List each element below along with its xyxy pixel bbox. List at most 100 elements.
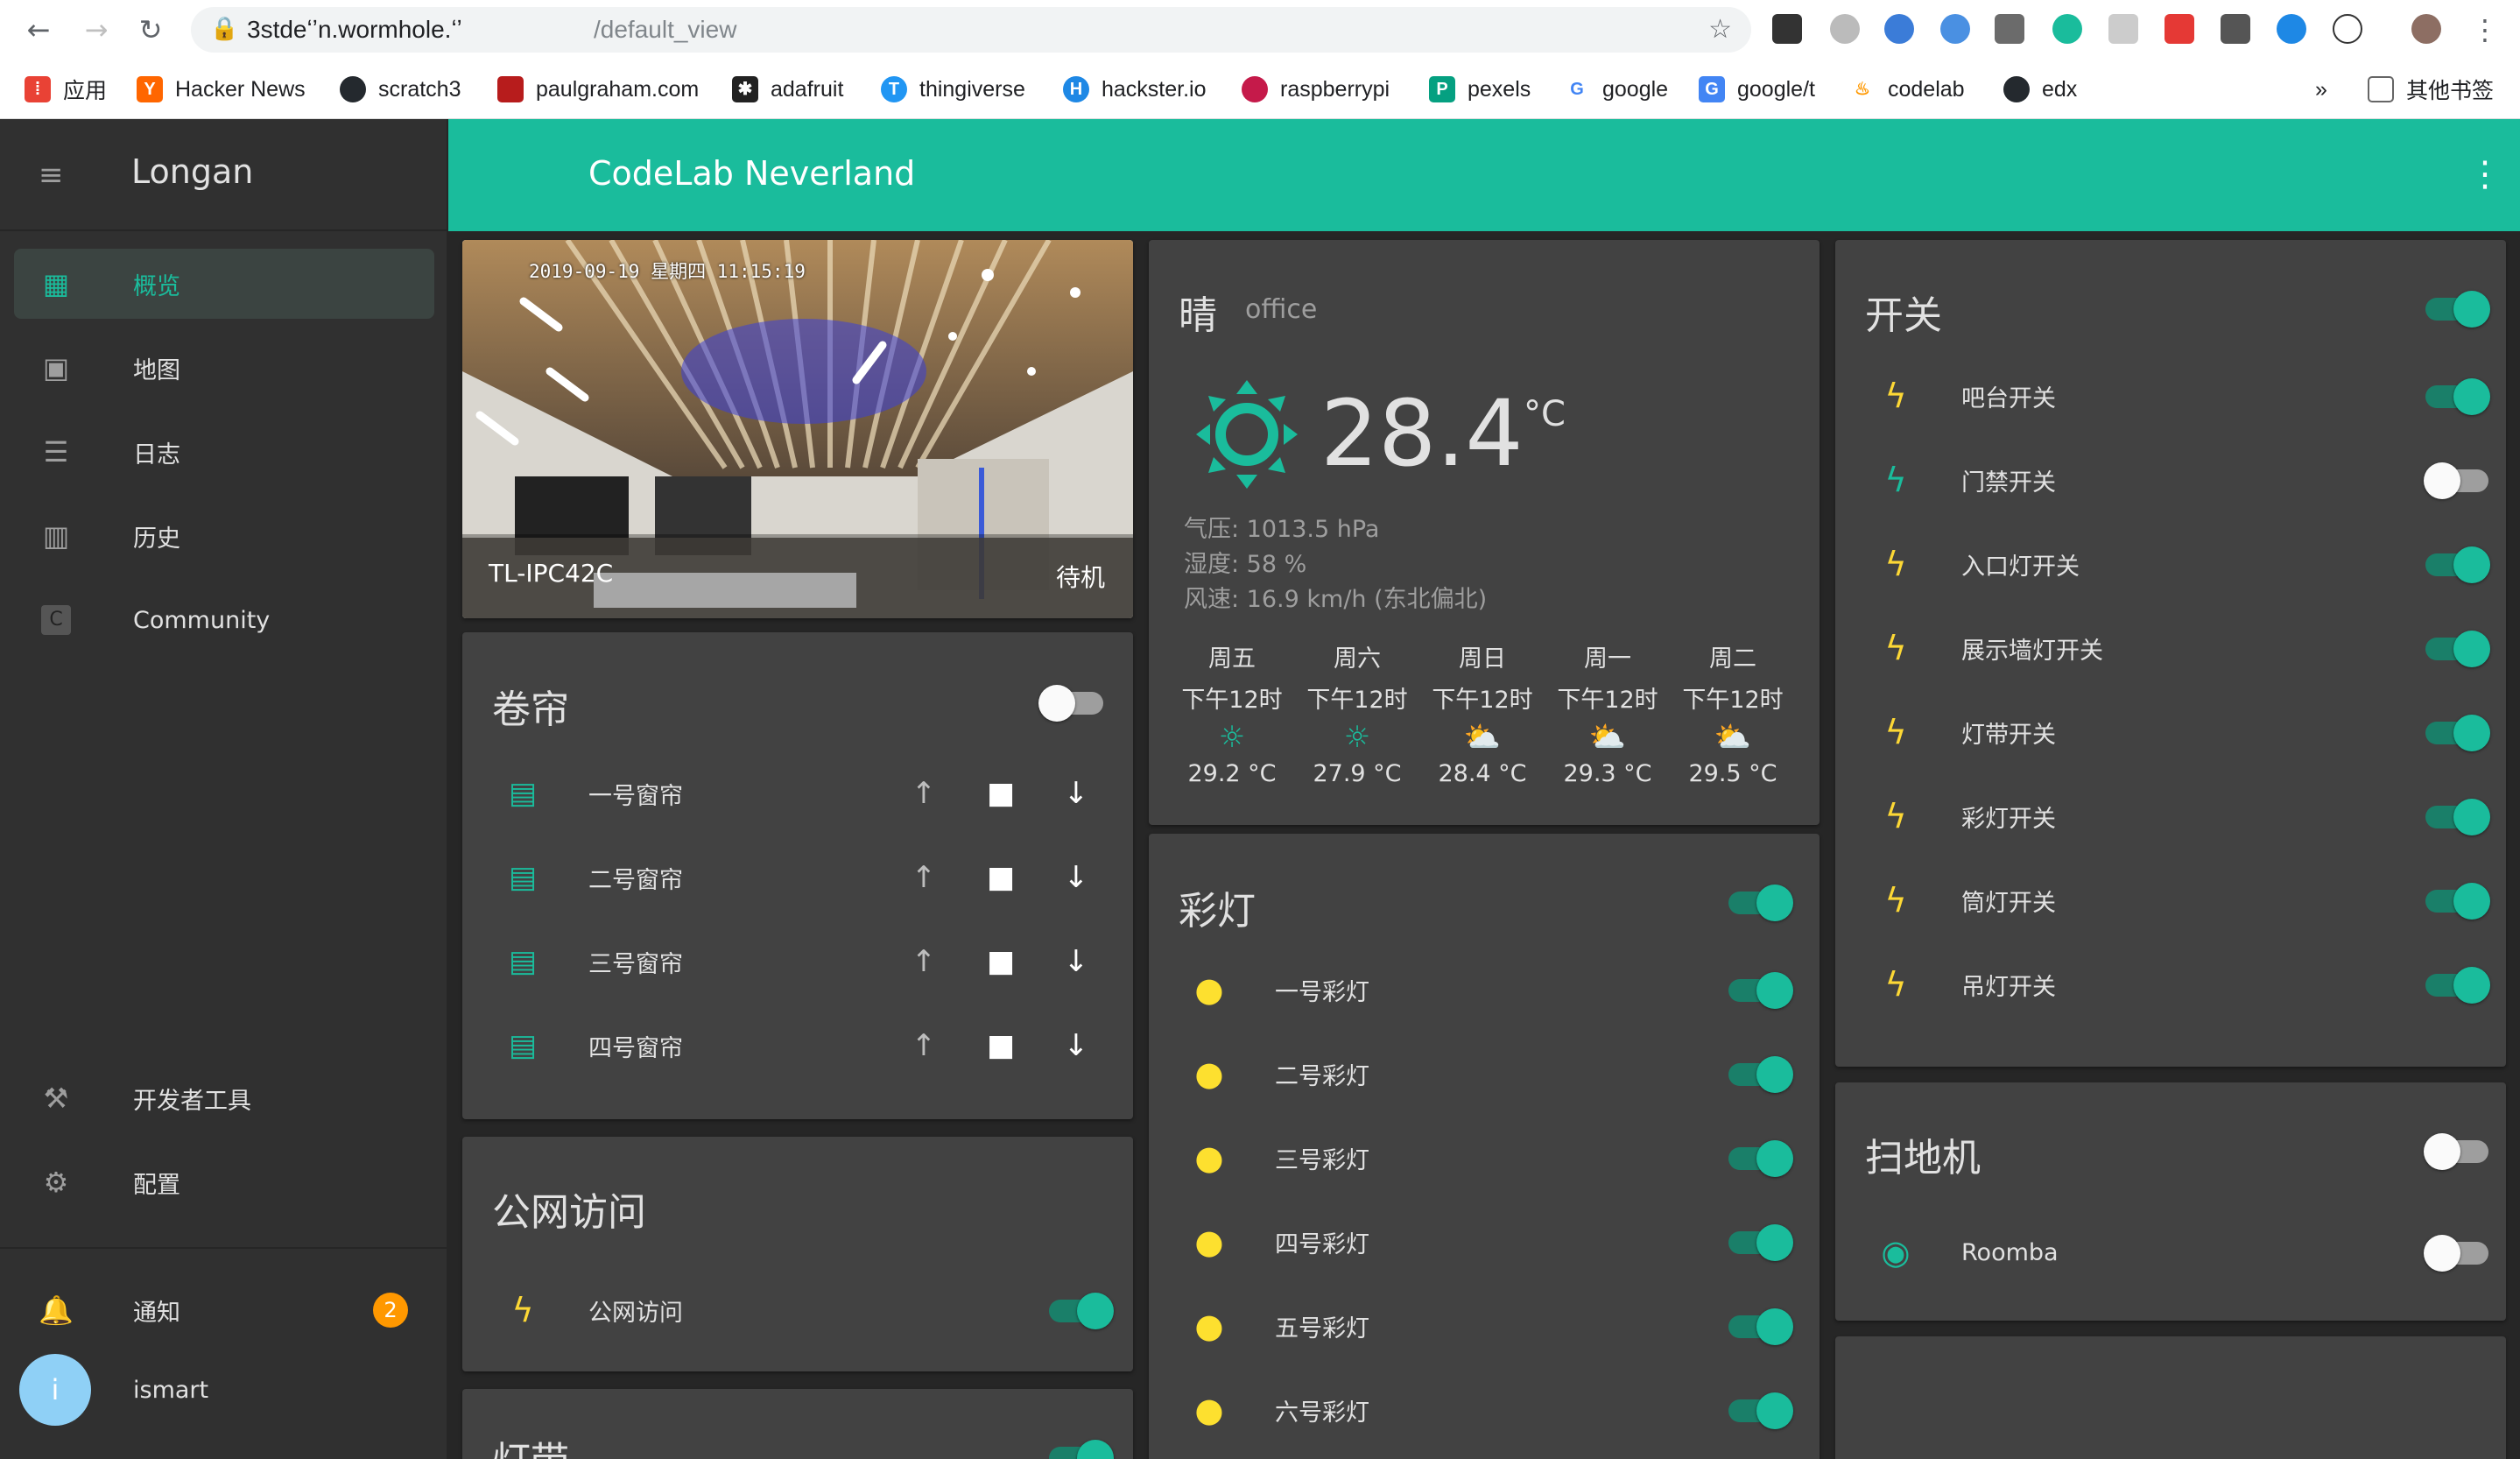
- arrow-down-icon[interactable]: ↓: [1056, 1026, 1096, 1066]
- disc-extension-icon[interactable]: [1884, 14, 1914, 44]
- flash-icon: ϟ: [1884, 461, 1907, 499]
- flash-icon: ϟ: [1884, 965, 1907, 1004]
- arrow-up-icon[interactable]: ↑: [904, 773, 944, 814]
- github-icon: [2003, 76, 2030, 102]
- camera-card[interactable]: 2019-09-19 星期四 11:15:19 TL-IPC42C 待机: [462, 240, 1133, 618]
- hammer-icon: ⚒: [43, 1082, 69, 1115]
- bookmark-hacker-news[interactable]: Y Hacker News: [137, 72, 306, 107]
- flash-icon: ϟ: [511, 1291, 534, 1329]
- forward-icon[interactable]: →: [79, 12, 114, 47]
- vacuum-toggle[interactable]: [2424, 1131, 2490, 1170]
- raspberry-icon: [1242, 76, 1268, 102]
- profile-avatar-icon[interactable]: [2411, 14, 2441, 44]
- roomba-toggle[interactable]: [2424, 1233, 2490, 1272]
- reload-icon[interactable]: ↻: [133, 12, 168, 47]
- switch-toggle[interactable]: [2424, 545, 2490, 583]
- sunny-icon: ☼: [1218, 720, 1246, 755]
- bookmark-adafruit[interactable]: ✱ adafruit: [732, 72, 843, 107]
- switch-toggle[interactable]: [2424, 881, 2490, 920]
- weather-temperature: 28.4: [1320, 380, 1524, 487]
- bookmark-scratch3[interactable]: scratch3: [340, 72, 461, 107]
- bookmark-edx[interactable]: edx: [2003, 72, 2077, 107]
- curtains-toggle[interactable]: [1038, 683, 1105, 722]
- back-icon[interactable]: ←: [21, 12, 56, 47]
- sidebar-item-notifications[interactable]: 🔔 通知 2: [14, 1275, 434, 1345]
- light-toggle[interactable]: [1727, 970, 1793, 1009]
- public-access-toggle[interactable]: [1047, 1291, 1114, 1329]
- stop-icon[interactable]: ■: [981, 773, 1021, 814]
- fox-extension-icon[interactable]: [2108, 14, 2138, 44]
- shield-extension-icon[interactable]: [1940, 14, 1970, 44]
- arrow-down-icon[interactable]: ↓: [1056, 773, 1096, 814]
- list-item: ϟ 公网访问: [462, 1268, 1133, 1352]
- stop-icon[interactable]: ■: [981, 857, 1021, 898]
- switch-toggle[interactable]: [2424, 461, 2490, 499]
- check-extension-icon[interactable]: [2277, 14, 2306, 44]
- bookmarks-overflow[interactable]: »: [2315, 72, 2327, 107]
- bookmark-paulgraham[interactable]: paulgraham.com: [497, 72, 699, 107]
- sidebar-divider: [0, 1247, 447, 1249]
- light-toggle[interactable]: [1727, 1391, 1793, 1429]
- switch-toggle[interactable]: [2424, 377, 2490, 415]
- light-toggle[interactable]: [1727, 1138, 1793, 1177]
- tree-extension-icon[interactable]: [1830, 14, 1860, 44]
- print-extension-icon[interactable]: [2221, 14, 2250, 44]
- stop-icon[interactable]: ■: [981, 941, 1021, 982]
- switch-toggle[interactable]: [2424, 797, 2490, 835]
- pocket-extension-icon[interactable]: [1995, 14, 2024, 44]
- c-icon: C: [41, 605, 71, 635]
- card-title: 公网访问: [492, 1190, 646, 1235]
- bookmark-pexels[interactable]: Ppexels: [1429, 72, 1531, 107]
- sidebar-item-config[interactable]: ⚙ 配置: [14, 1147, 434, 1217]
- address-bar[interactable]: 🔒 3stdeʻʼn.wormhole.ʻʼ /default_view ☆: [191, 7, 1751, 53]
- bookmark-star-icon[interactable]: ☆: [1708, 14, 1732, 45]
- dollar-extension-icon[interactable]: [2333, 14, 2362, 44]
- arrow-down-icon[interactable]: ↓: [1056, 941, 1096, 982]
- bookmark-raspberrypi[interactable]: raspberrypi: [1242, 72, 1390, 107]
- color-lights-toggle[interactable]: [1727, 883, 1793, 921]
- light-toggle[interactable]: [1727, 1223, 1793, 1261]
- sidebar-item-logbook[interactable]: ☰ 日志: [14, 417, 434, 487]
- arrow-up-icon[interactable]: ↑: [904, 941, 944, 982]
- arrow-up-icon[interactable]: ↑: [904, 857, 944, 898]
- light-toggle[interactable]: [1727, 1307, 1793, 1345]
- leaf-extension-icon[interactable]: [2165, 14, 2194, 44]
- arrow-up-icon[interactable]: ↑: [904, 1026, 944, 1066]
- weather-card[interactable]: 晴 office 28.4 °C 气压: 1013.5 hPa 湿度: 58 %…: [1149, 240, 1820, 825]
- camera-timestamp: 2019-09-19 星期四 11:15:19: [529, 261, 806, 282]
- m-extension-icon[interactable]: [2052, 14, 2082, 44]
- sidebar-item-overview[interactable]: ▦ 概览: [14, 249, 434, 319]
- blinds-icon: ▤: [508, 944, 538, 979]
- sidebar-item-user[interactable]: i ismart: [14, 1352, 434, 1427]
- bookmark-google[interactable]: Ggoogle: [1564, 72, 1668, 107]
- sidebar-item-map[interactable]: ▣ 地图: [14, 333, 434, 403]
- sidebar-item-history[interactable]: ▥ 历史: [14, 501, 434, 571]
- switch-toggle[interactable]: [2424, 713, 2490, 751]
- bookmark-google-translate[interactable]: Ggoogle/t: [1699, 72, 1815, 107]
- lightstrip-toggle[interactable]: [1047, 1438, 1114, 1459]
- browser-menu-icon[interactable]: ⋮: [2467, 12, 2502, 47]
- bookmark-thingiverse[interactable]: Tthingiverse: [881, 72, 1025, 107]
- menu-icon[interactable]: ≡: [39, 158, 74, 193]
- chart-icon: ▥: [42, 519, 70, 553]
- bookmark-hackster[interactable]: Hhackster.io: [1063, 72, 1207, 107]
- stop-icon[interactable]: ■: [981, 1026, 1021, 1066]
- more-vert-icon[interactable]: ⋮: [2467, 152, 2502, 196]
- switch-toggle[interactable]: [2424, 965, 2490, 1004]
- qr-extension-icon[interactable]: [1772, 14, 1802, 44]
- bookmarks-bar: ⁞ 应用 Y Hacker News scratch3 paulgraham.com…: [0, 60, 2520, 119]
- top-app-bar: CodeLab Neverland ⋮: [448, 119, 2520, 231]
- switch-toggle[interactable]: [2424, 629, 2490, 667]
- arrow-down-icon[interactable]: ↓: [1056, 857, 1096, 898]
- forecast-day: 周一 下午12时 ⛅ 29.3 °C: [1551, 639, 1665, 787]
- empty-card: [1835, 1336, 2506, 1459]
- list-item: ϟ 筒灯开关: [1835, 858, 2506, 942]
- sidebar-item-dev-tools[interactable]: ⚒ 开发者工具: [14, 1063, 434, 1133]
- bookmark-codelab[interactable]: ♨ codelab: [1849, 72, 1965, 107]
- other-bookmarks[interactable]: 其他书签: [2368, 72, 2494, 107]
- bookmark-apps[interactable]: ⁞ 应用: [25, 72, 107, 107]
- light-toggle[interactable]: [1727, 1054, 1793, 1093]
- sidebar-item-community[interactable]: C Community: [14, 585, 434, 655]
- switches-toggle[interactable]: [2424, 289, 2490, 328]
- card-title: 扫地机: [1865, 1136, 1981, 1181]
